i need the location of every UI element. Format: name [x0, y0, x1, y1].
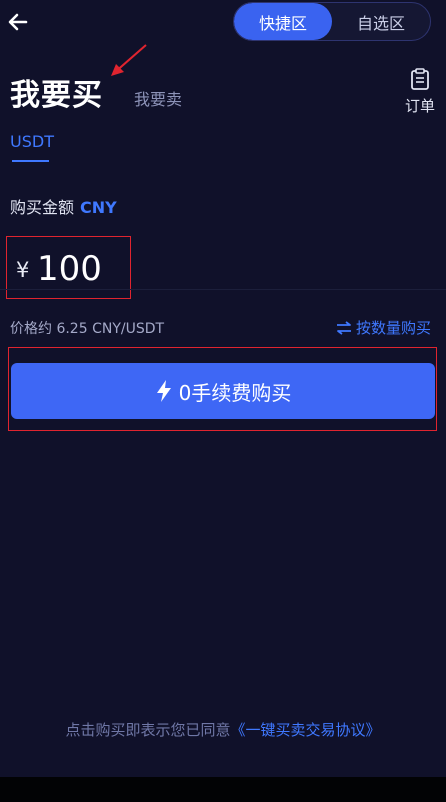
- zone-segmented-control: 快捷区 自选区: [233, 2, 431, 41]
- order-button[interactable]: 订单: [400, 68, 440, 116]
- amount-label: 购买金额 CNY: [10, 194, 117, 218]
- agreement-prefix: 点击购买即表示您已同意: [65, 721, 231, 739]
- tab-usdt[interactable]: USDT: [10, 132, 54, 151]
- buy-page: 快捷区 自选区 我要买 我要卖 订单 USDT 购买金额 CNY ¥ 100 价格…: [0, 0, 446, 802]
- order-label: 订单: [404, 97, 435, 115]
- currency-symbol: ¥: [16, 258, 30, 282]
- amount-label-text: 购买金额: [10, 198, 75, 217]
- back-arrow-icon[interactable]: [6, 8, 32, 36]
- divider: [0, 289, 446, 290]
- lightning-icon: [156, 380, 171, 402]
- price-estimate: 价格约 6.25 CNY/USDT: [10, 321, 165, 337]
- swap-icon: [337, 320, 351, 335]
- tab-buy[interactable]: 我要买: [10, 70, 103, 114]
- amount-input[interactable]: 100: [37, 249, 102, 289]
- tab-custom-zone[interactable]: 自选区: [332, 3, 430, 40]
- buy-button[interactable]: 0手续费购买: [11, 363, 435, 419]
- annotation-arrow-icon: [111, 44, 147, 76]
- clipboard-icon: [411, 68, 429, 90]
- switch-label: 按数量购买: [356, 319, 432, 337]
- tab-quick-zone[interactable]: 快捷区: [234, 3, 332, 40]
- bottom-bar: [0, 777, 446, 802]
- tab-underline: [12, 160, 49, 162]
- amount-currency: CNY: [80, 198, 117, 217]
- buy-button-label: 0手续费购买: [178, 380, 292, 405]
- switch-to-quantity-button[interactable]: 按数量购买: [336, 317, 431, 338]
- agreement-text: 点击购买即表示您已同意《一键买卖交易协议》: [0, 719, 446, 740]
- agreement-link[interactable]: 《一键买卖交易协议》: [231, 721, 381, 739]
- tab-sell[interactable]: 我要卖: [134, 86, 182, 110]
